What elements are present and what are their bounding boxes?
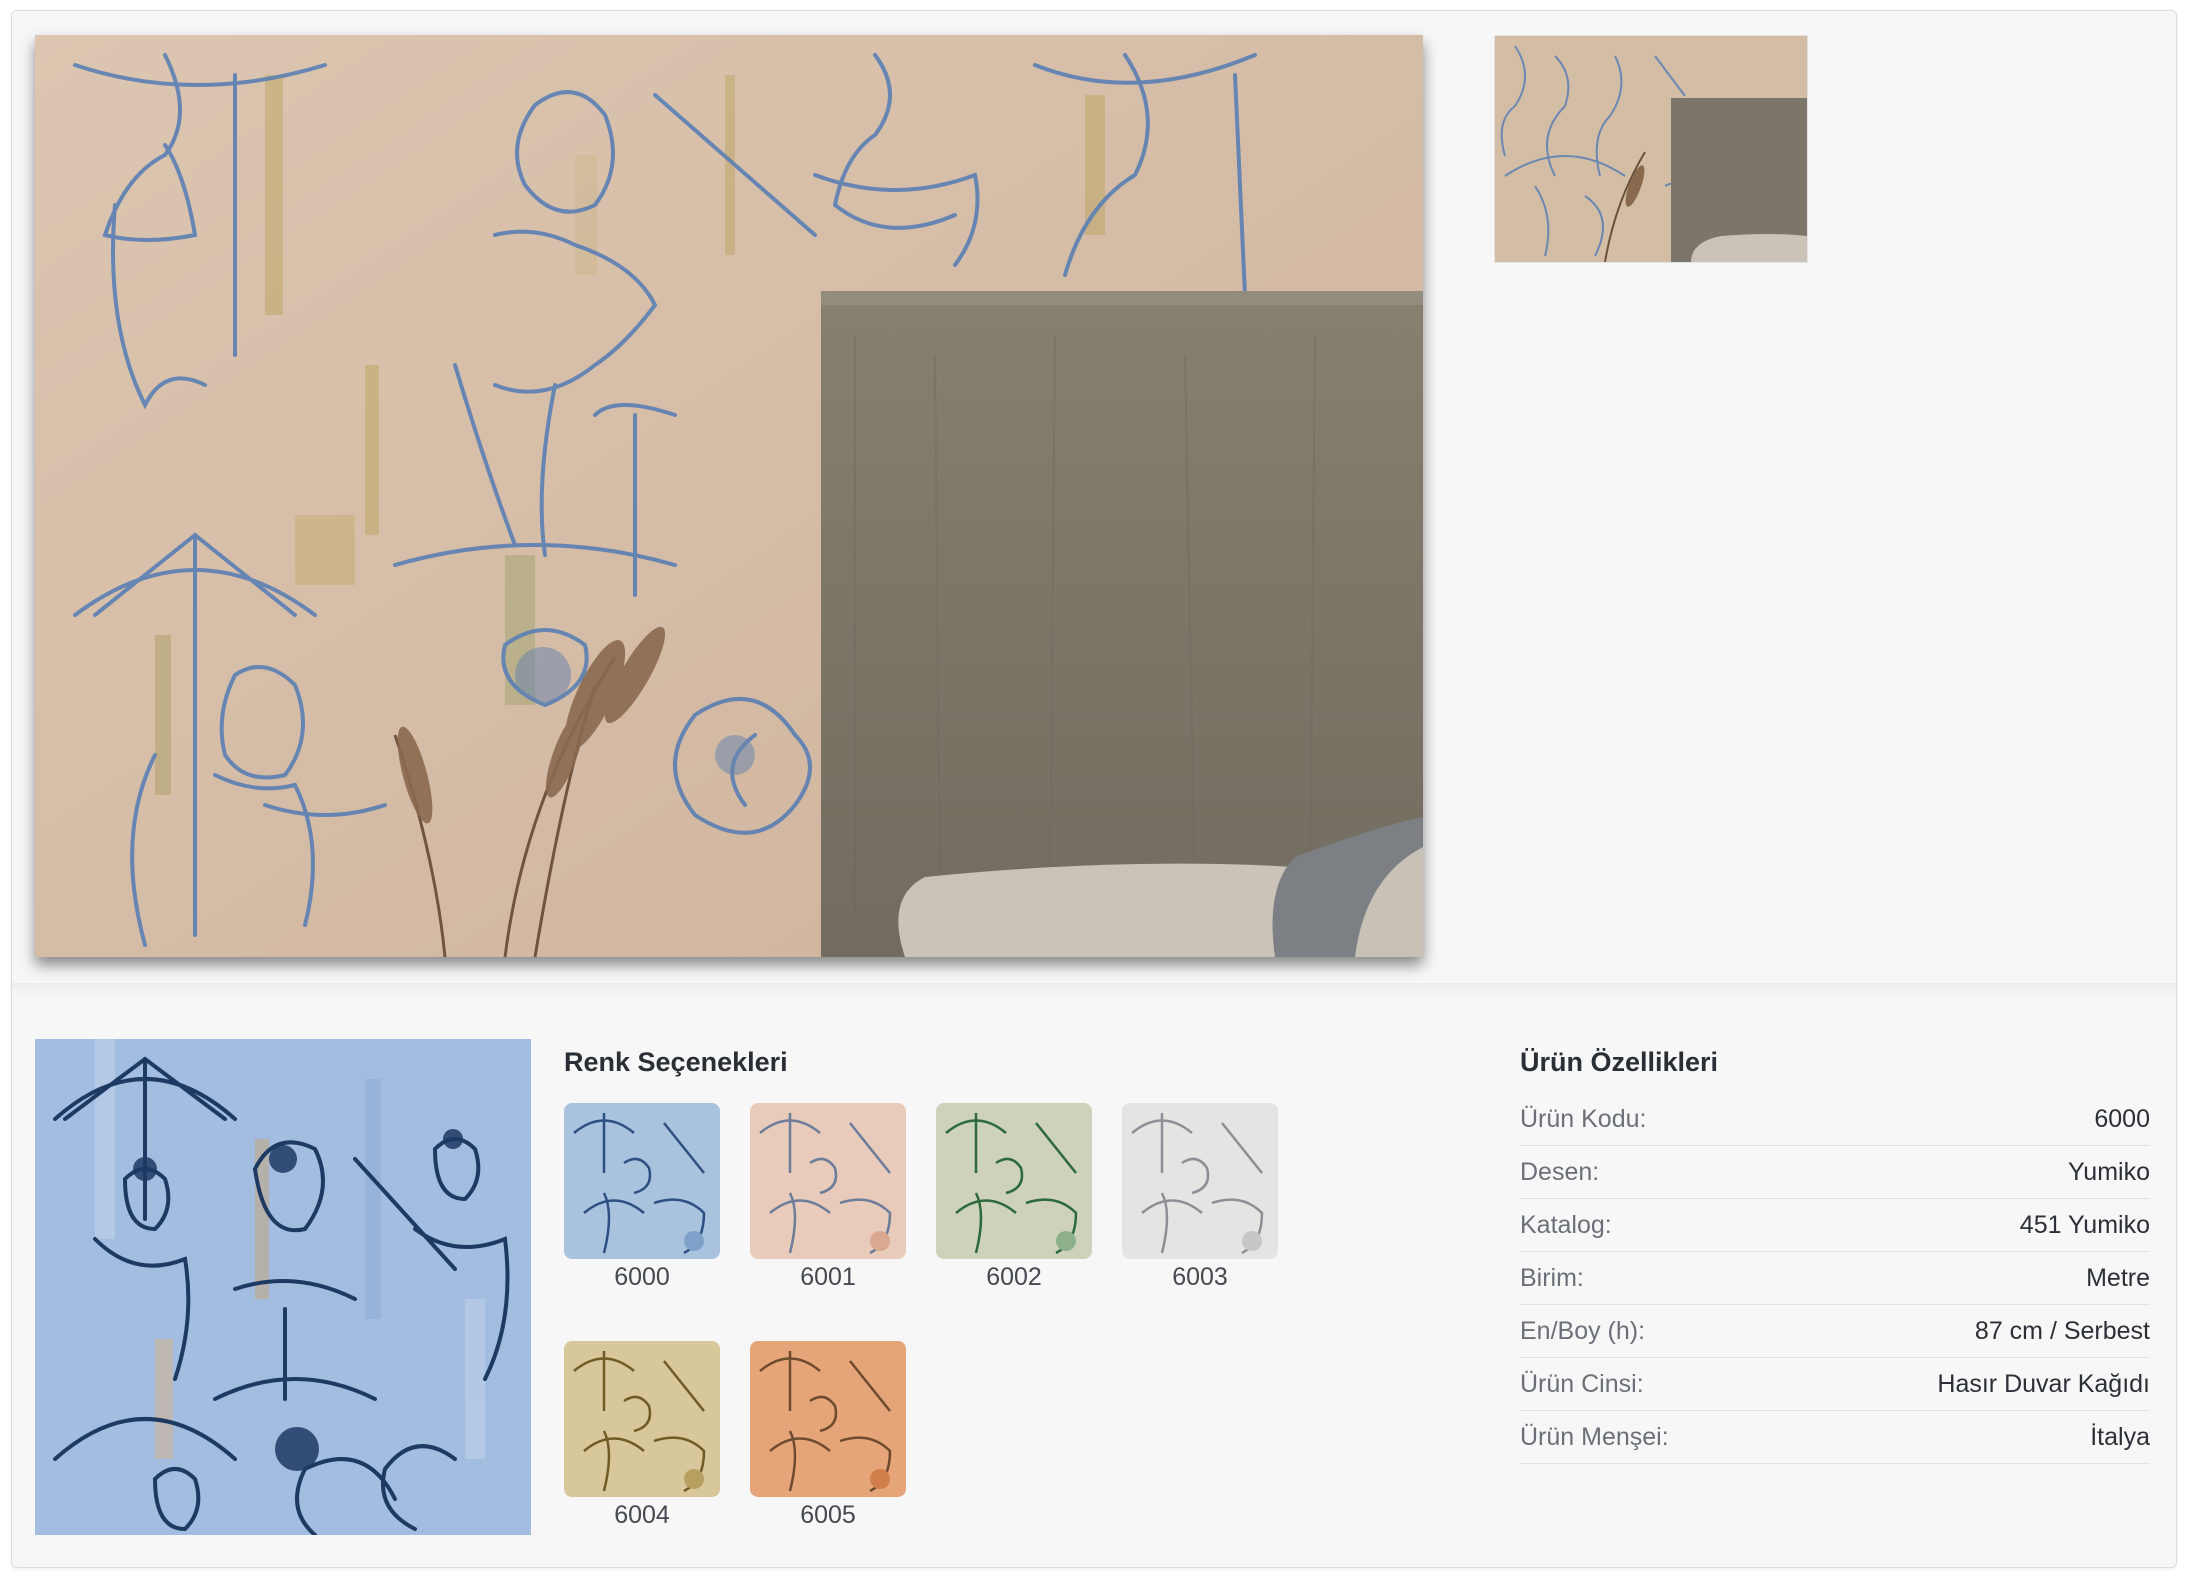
color-option-6005[interactable]: 6005 [750,1341,906,1529]
spec-value: Hasır Duvar Kağıdı [1937,1369,2150,1398]
product-detail-panel: Renk Seçenekleri 6000 6001 6002 6003 600… [11,10,2177,1568]
spec-row: Birim: Metre [1520,1252,2150,1305]
color-code: 6000 [614,1263,670,1291]
main-product-image[interactable] [35,35,1423,957]
thumbnail-room-view[interactable] [1494,35,1808,263]
spec-value: 6000 [2094,1104,2150,1133]
spec-value: Yumiko [2068,1157,2150,1186]
gallery-area [12,11,2176,983]
spec-label: Desen: [1520,1157,1600,1186]
pattern-swatch-large[interactable] [35,1039,531,1535]
color-code: 6002 [986,1263,1042,1291]
spec-row: Ürün Cinsi: Hasır Duvar Kağıdı [1520,1358,2150,1411]
spec-label: Ürün Menşei: [1520,1422,1669,1451]
color-swatch[interactable] [750,1341,906,1497]
spec-label: Ürün Kodu: [1520,1104,1647,1133]
spec-row: Desen: Yumiko [1520,1146,2150,1199]
spec-value: 87 cm / Serbest [1974,1316,2150,1345]
spec-label: Birim: [1520,1263,1584,1292]
color-option-6001[interactable]: 6001 [750,1103,906,1291]
spec-label: Katalog: [1520,1210,1612,1239]
spec-label: Ürün Cinsi: [1520,1369,1644,1398]
color-code: 6003 [1172,1263,1228,1291]
specs-title: Ürün Özellikleri [1520,1047,1719,1077]
spec-row: En/Boy (h): 87 cm / Serbest [1520,1305,2150,1358]
spec-row: Ürün Menşei: İtalya [1520,1411,2150,1464]
specs-table: Ürün Kodu: 6000 Desen: Yumiko Katalog: 4… [1520,1093,2150,1464]
color-option-6002[interactable]: 6002 [936,1103,1092,1291]
color-code: 6001 [800,1263,856,1291]
color-options-title: Renk Seçenekleri [564,1047,788,1077]
spec-label: En/Boy (h): [1520,1316,1646,1345]
color-swatch[interactable] [936,1103,1092,1259]
color-option-6004[interactable]: 6004 [564,1341,720,1529]
color-option-6003[interactable]: 6003 [1122,1103,1278,1291]
section-divider [12,983,2176,997]
spec-row: Katalog: 451 Yumiko [1520,1199,2150,1252]
spec-value: İtalya [2090,1422,2150,1451]
color-code: 6005 [800,1501,856,1529]
color-swatch[interactable] [750,1103,906,1259]
color-option-6000[interactable]: 6000 [564,1103,720,1291]
spec-value: Metre [2086,1263,2150,1292]
color-swatch[interactable] [564,1341,720,1497]
color-swatch[interactable] [564,1103,720,1259]
color-swatch[interactable] [1122,1103,1278,1259]
spec-row: Ürün Kodu: 6000 [1520,1093,2150,1146]
spec-value: 451 Yumiko [2019,1210,2150,1239]
color-code: 6004 [614,1501,670,1529]
